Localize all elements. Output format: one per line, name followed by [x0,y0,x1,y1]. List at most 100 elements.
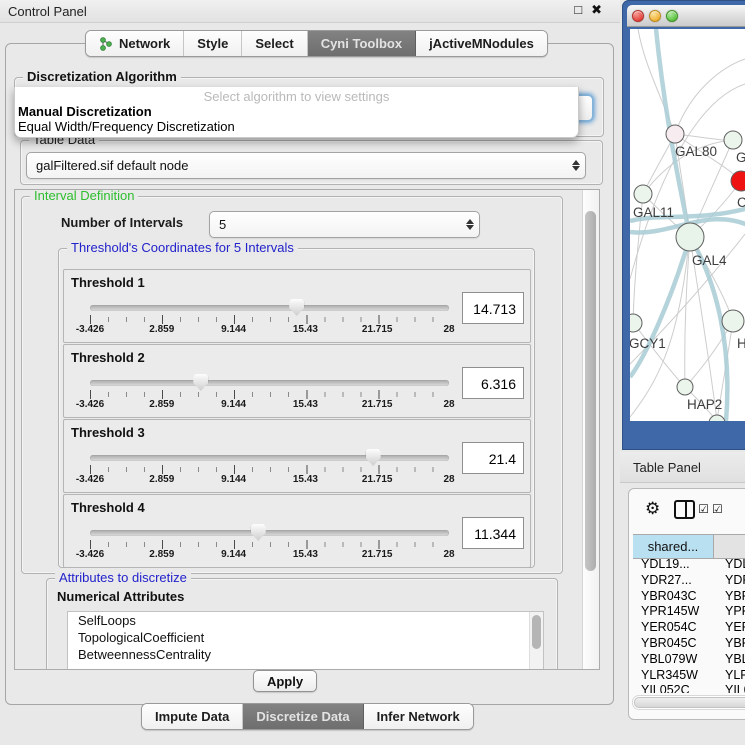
table-cell[interactable]: YBL079W [633,652,714,668]
network-window-titlebar[interactable] [627,5,745,27]
table-cell[interactable]: YPR145W [633,604,714,620]
tab-select[interactable]: Select [242,31,307,56]
checkbox-checked-icon[interactable]: ☑ [712,502,723,516]
network-node[interactable] [709,415,725,421]
table-row[interactable]: YER054CYER0 [633,620,745,636]
network-node[interactable] [676,223,704,251]
list-item-betweennesscentrality[interactable]: BetweennessCentrality [68,646,543,663]
table-cell[interactable]: YER054C [633,620,714,636]
table-hscrollbar[interactable] [632,695,745,710]
table-cell[interactable]: YPR1 [714,604,745,620]
slider-scale-label: -3.426 [76,549,104,560]
slider-thumb[interactable] [289,299,304,316]
attributes-group: Attributes to discretize Numerical Attri… [46,578,558,670]
slider-track[interactable] [90,455,449,461]
slider-scale-label: 15.43 [293,399,318,410]
interval-definition-title: Interval Definition [30,189,138,203]
slider-track[interactable] [90,380,449,386]
network-node[interactable] [634,185,652,203]
tab-network[interactable]: Network [86,31,184,56]
threshold-4-slider[interactable]: -3.4262.8599.14415.4321.71528 [90,525,449,561]
network-node[interactable] [666,125,684,143]
close-icon[interactable]: ✖ [591,2,602,18]
table-cell[interactable]: YBR0 [714,589,745,605]
tab-discretize-data[interactable]: Discretize Data [243,704,363,729]
tab-style[interactable]: Style [184,31,242,56]
cyni-mode-tabs: Impute Data Discretize Data Infer Networ… [141,703,474,730]
table-row[interactable]: YDR27...YDR2 [633,573,745,589]
slider-thumb[interactable] [366,449,381,466]
table-cell[interactable]: YIL052C [633,683,714,693]
slider-scale-label: 9.144 [221,549,246,560]
threshold-1-slider[interactable]: -3.4262.8599.14415.4321.71528 [90,300,449,336]
network-view-window[interactable]: GAL80G.CGAL11GAL4GCY1HHAP2 [622,0,745,450]
table-row[interactable]: YPR145WYPR1 [633,604,745,620]
table-data-combo[interactable]: galFiltered.sif default node [26,152,586,179]
network-canvas[interactable]: GAL80G.CGAL11GAL4GCY1HHAP2 [630,29,745,421]
list-item-selfloops[interactable]: SelfLoops [68,612,543,629]
table-cell[interactable]: YIL0 [714,683,745,693]
column-header-name[interactable]: na [714,535,745,558]
table-row[interactable]: YBL079WYBL0 [633,652,745,668]
minimize-traffic-light-icon[interactable] [649,10,661,22]
slider-ticks [90,540,449,549]
column-header-shared-name[interactable]: shared... [633,535,714,558]
table-row[interactable]: YBR045CYBR0 [633,636,745,652]
table-panel-title: Table Panel [620,460,701,475]
threshold-4-field[interactable]: 11.344 [462,517,524,549]
table-cell[interactable]: YBR045C [633,636,714,652]
network-node[interactable] [630,314,642,332]
threshold-2-slider[interactable]: -3.4262.8599.14415.4321.71528 [90,375,449,411]
threshold-1-field[interactable]: 14.713 [462,292,524,324]
table-cell[interactable]: YLR345W [633,668,714,684]
network-node[interactable] [722,310,744,332]
option-equal-width-frequency[interactable]: Equal Width/Frequency Discretization [15,119,578,134]
table-row[interactable]: YLR345WYLR3 [633,668,745,684]
tab-jactivemnodules[interactable]: jActiveMNodules [416,31,547,56]
list-scrollbar-thumb[interactable] [532,615,541,649]
combo-stepper-icon [461,219,479,230]
table-cell[interactable]: YBR0 [714,636,745,652]
table-row[interactable]: YBR043CYBR0 [633,589,745,605]
network-node[interactable] [677,379,693,395]
table-cell[interactable]: YLR3 [714,668,745,684]
table-hscrollbar-thumb[interactable] [634,697,745,708]
slider-scale-label: 9.144 [221,324,246,335]
table-cell[interactable]: YDR2 [714,573,745,589]
table-row[interactable]: YDL19...YDL1 [633,557,745,573]
table-cell[interactable]: YDL1 [714,557,745,573]
table-cell[interactable]: YER0 [714,620,745,636]
threshold-2-field[interactable]: 6.316 [462,367,524,399]
slider-track[interactable] [90,530,449,536]
checkbox-checked-icon[interactable]: ☑ [698,502,709,516]
table-row[interactable]: YIL052CYIL0 [633,683,745,693]
table-cell[interactable]: YDR27... [633,573,714,589]
tab-impute-data[interactable]: Impute Data [142,704,243,729]
slider-scale-label: 15.43 [293,474,318,485]
tab-infer-network[interactable]: Infer Network [364,704,473,729]
split-column-icon[interactable] [674,500,695,519]
table-cell[interactable]: YDL19... [633,557,714,573]
network-node[interactable] [724,131,742,149]
table-cell[interactable]: YBL0 [714,652,745,668]
tab-network-label: Network [119,36,170,51]
number-of-intervals-combo[interactable]: 5 [209,211,480,238]
tab-cyni-toolbox[interactable]: Cyni Toolbox [308,31,416,56]
threshold-3-slider[interactable]: -3.4262.8599.14415.4321.71528 [90,450,449,486]
float-window-icon[interactable]: □ [574,2,582,18]
list-scrollbar[interactable] [529,612,543,670]
threshold-3-field[interactable]: 21.4 [462,442,524,474]
list-item-topologicalcoefficient[interactable]: TopologicalCoefficient [68,629,543,646]
slider-track[interactable] [90,305,449,311]
close-traffic-light-icon[interactable] [632,10,644,22]
table-cell[interactable]: YBR043C [633,589,714,605]
slider-thumb[interactable] [193,374,208,391]
gear-icon[interactable]: ⚙ [645,499,660,519]
slider-thumb[interactable] [251,524,266,541]
settings-scrollbar-thumb[interactable] [585,211,596,571]
slider-scale-label: 15.43 [293,549,318,560]
settings-scrollbar[interactable] [582,190,599,669]
zoom-traffic-light-icon[interactable] [666,10,678,22]
option-manual-discretization[interactable]: Manual Discretization [15,104,578,119]
apply-button[interactable]: Apply [253,670,317,692]
